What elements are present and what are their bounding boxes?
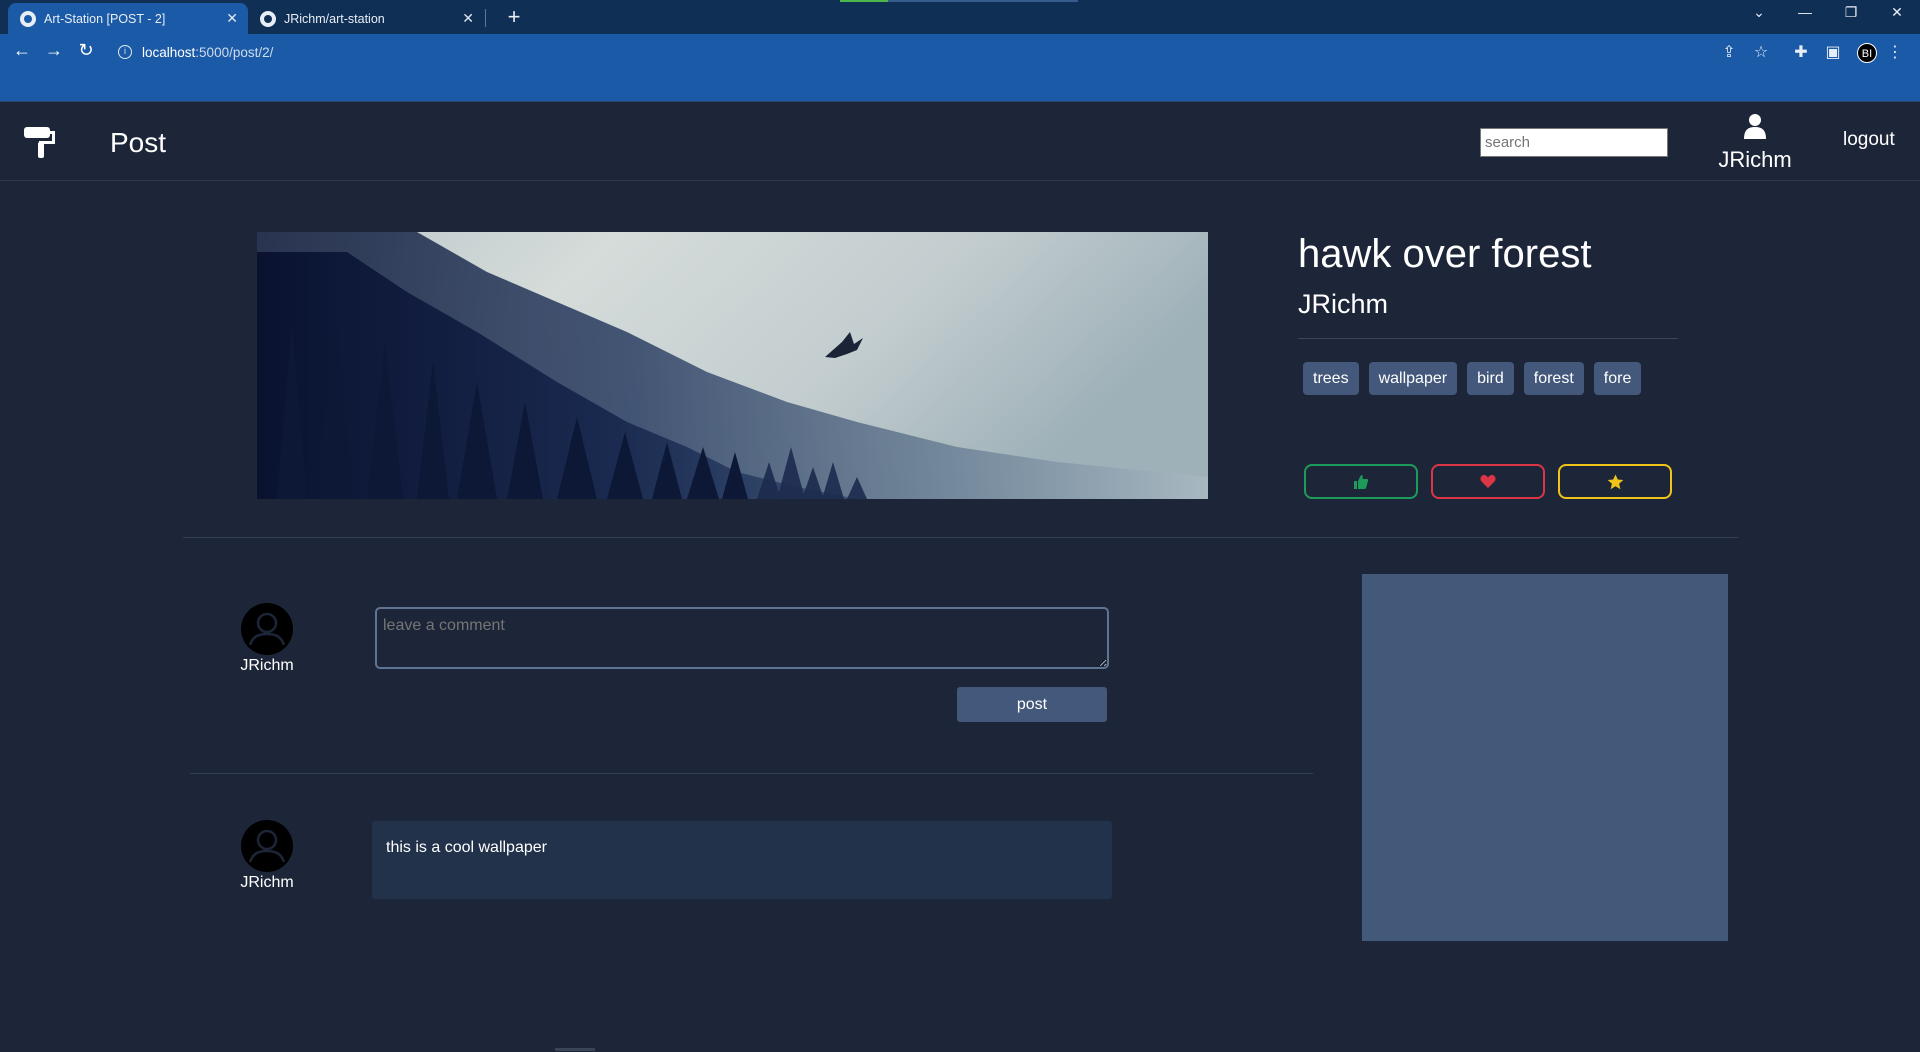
github-icon (260, 10, 276, 27)
tag-chip[interactable]: fore (1593, 362, 1642, 395)
side-panel (1362, 574, 1728, 941)
site-navbar: Post JRichm logout (0, 103, 1920, 181)
url-path: :5000/post/2/ (195, 44, 274, 60)
close-tab-icon[interactable]: ✕ (462, 10, 474, 27)
logout-link[interactable]: logout (1843, 129, 1895, 151)
comment-avatar (241, 820, 293, 872)
divider (1298, 338, 1678, 339)
post-comment-button[interactable]: post (957, 687, 1107, 722)
favorite-button[interactable] (1558, 464, 1672, 499)
thumbs-up-icon (1354, 474, 1369, 489)
post-image (257, 232, 1208, 499)
comment-text: this is a cool wallpaper (372, 821, 1112, 899)
close-tab-icon[interactable]: ✕ (226, 10, 238, 27)
url-host: localhost (142, 44, 196, 60)
minimize-icon[interactable]: — (1790, 4, 1820, 20)
search-input[interactable] (1480, 128, 1668, 157)
paint-roller-logo-icon[interactable] (24, 125, 56, 159)
bookmark-bar (0, 70, 1920, 102)
url-text: localhost:5000/post/2/ (142, 45, 273, 60)
nav-username[interactable]: JRichm (1718, 147, 1792, 173)
back-icon[interactable]: ← (10, 40, 34, 61)
tag-chip[interactable]: wallpaper (1368, 362, 1458, 395)
tag-list: trees wallpaper bird forest fore (1303, 362, 1642, 395)
divider (183, 537, 1738, 538)
comment-form-username: JRichm (240, 657, 294, 674)
tag-chip[interactable]: trees (1303, 362, 1359, 395)
browser-tab-github[interactable]: JRichm/art-station ✕ (248, 3, 484, 34)
info-icon[interactable]: i (118, 45, 132, 59)
comment-author[interactable]: JRichm (222, 874, 312, 892)
tag-chip[interactable]: bird (1467, 362, 1514, 395)
reload-icon[interactable]: ↻ (74, 40, 98, 61)
tab-search-icon[interactable]: ⌄ (1744, 4, 1774, 21)
profile-avatar[interactable]: BI (1857, 43, 1877, 63)
comment-form-avatar (241, 603, 293, 655)
side-panel-icon[interactable]: ▣ (1822, 42, 1844, 62)
activity-indicator (840, 0, 888, 2)
star-icon (1607, 474, 1623, 489)
forward-icon[interactable]: → (42, 40, 66, 61)
user-icon[interactable] (1744, 113, 1766, 139)
new-tab-button[interactable]: + (500, 4, 528, 30)
page-title: Post (110, 127, 167, 158)
globe-icon (20, 10, 36, 27)
love-button[interactable] (1431, 464, 1545, 499)
tab-divider (485, 9, 486, 27)
bookmark-star-icon[interactable]: ☆ (1750, 42, 1772, 62)
post-author[interactable]: JRichm (1298, 289, 1388, 320)
comment-input[interactable] (375, 607, 1109, 669)
close-window-icon[interactable]: ✕ (1882, 4, 1912, 21)
share-icon[interactable]: ⇪ (1718, 42, 1740, 62)
extensions-icon[interactable]: ✚ (1790, 42, 1812, 62)
like-button[interactable] (1304, 464, 1418, 499)
tag-chip[interactable]: forest (1523, 362, 1584, 395)
browser-tab-strip: Art-Station [POST - 2] ✕ JRichm/art-stat… (0, 0, 1920, 34)
activity-indicator-track (888, 0, 1078, 2)
browser-toolbar: ← → ↻ i localhost:5000/post/2/ ⇪ ☆ ✚ ▣ ⋮ (0, 34, 1920, 70)
address-bar[interactable]: i localhost:5000/post/2/ (110, 39, 1800, 65)
menu-icon[interactable]: ⋮ (1884, 42, 1906, 62)
heart-icon (1480, 475, 1496, 488)
tab-title: JRichm/art-station (284, 11, 385, 26)
restore-icon[interactable]: ❐ (1836, 4, 1866, 21)
scroll-indicator (555, 1048, 595, 1051)
browser-tab-art-station[interactable]: Art-Station [POST - 2] ✕ (8, 3, 248, 34)
divider (190, 773, 1313, 774)
post-title: hawk over forest (1298, 232, 1592, 276)
tab-title: Art-Station [POST - 2] (44, 11, 166, 26)
